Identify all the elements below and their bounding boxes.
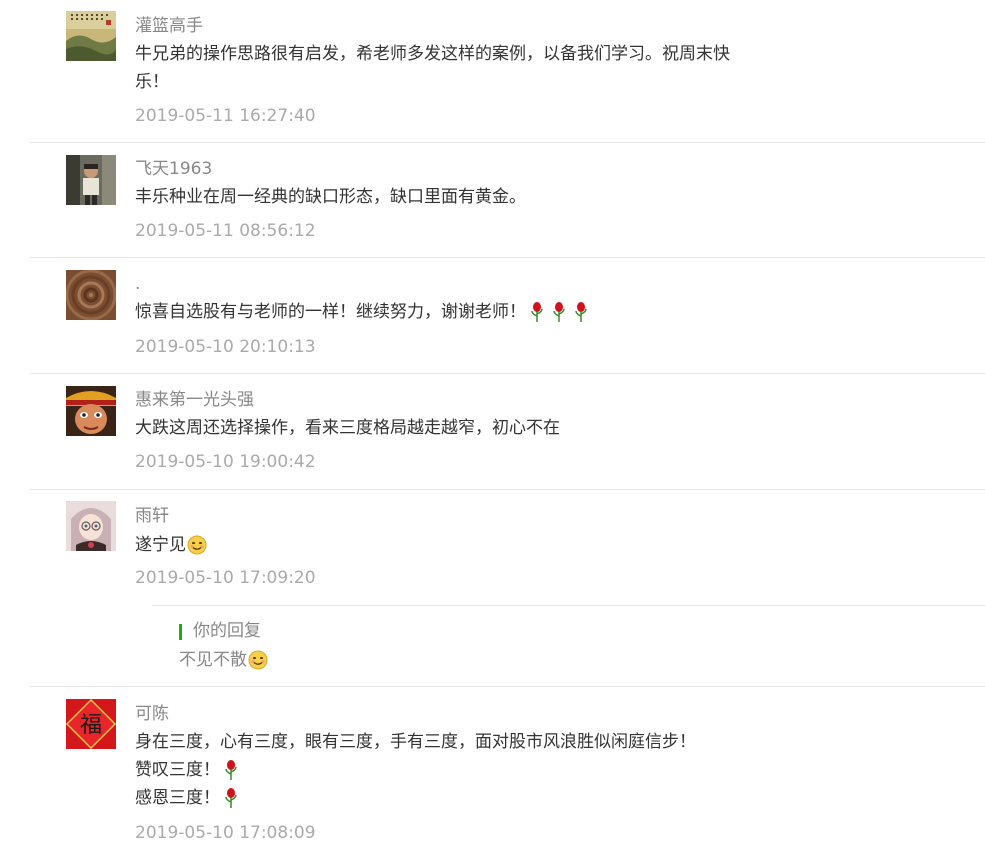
comment-content-line: 丰乐种业在周一经典的缺口形态，缺口里面有黄金。	[135, 187, 526, 207]
comment-text: 感恩三度！	[135, 788, 220, 808]
comment-timestamp: 2019-05-11 08:56:12	[135, 221, 316, 241]
child-photo-avatar[interactable]	[66, 155, 116, 205]
rose-emoji-icon	[220, 760, 242, 780]
comment-nickname: 惠来第一光头强	[135, 390, 254, 410]
wood-rings-avatar[interactable]	[66, 270, 116, 320]
comment-nickname: 可陈	[135, 704, 169, 724]
divider	[30, 686, 985, 687]
fu-character-avatar[interactable]: 福	[66, 699, 116, 749]
author-reply: 你的回复 不见不散	[152, 605, 985, 688]
comment-content-line: 身在三度，心有三度，眼有三度，手有三度，面对股市风浪胜似闲庭信步！	[135, 732, 696, 752]
comment-content-line: 惊喜自选股有与老师的一样！继续努力，谢谢老师！	[135, 298, 592, 326]
comment-content-line: 遂宁见	[135, 531, 207, 559]
comment-content-line: 赞叹三度！	[135, 756, 242, 784]
smile-emoji-icon	[186, 535, 207, 555]
divider	[30, 257, 985, 258]
comment-timestamp: 2019-05-11 16:27:40	[135, 106, 316, 126]
comment-content-line: 乐！	[135, 72, 169, 92]
comment-content-line: 牛兄弟的操作思路很有启发，希老师多发这样的案例，以备我们学习。祝周末快	[135, 44, 730, 64]
fu-character: 福	[80, 713, 102, 738]
rose-emoji-icon	[570, 302, 592, 322]
reply-text: 不见不散	[179, 650, 247, 670]
divider	[30, 489, 985, 490]
comment-text: 遂宁见	[135, 535, 186, 555]
landscape-painting-avatar[interactable]	[66, 11, 116, 61]
reply-text-line: 不见不散	[179, 649, 268, 671]
comment-nickname: 灌篮高手	[135, 16, 203, 36]
anime-girl-avatar[interactable]	[66, 501, 116, 551]
comment-timestamp: 2019-05-10 19:00:42	[135, 452, 316, 472]
comment-text: 惊喜自选股有与老师的一样！继续努力，谢谢老师！	[135, 302, 526, 322]
comment-content-line: 大跌这周还选择操作，看来三度格局越走越窄，初心不在	[135, 418, 560, 438]
comment-nickname: 雨轩	[135, 506, 169, 526]
rose-emoji-icon	[220, 788, 242, 808]
reply-title: 你的回复	[193, 621, 261, 641]
reply-accent-bar	[179, 624, 182, 640]
comment-timestamp: 2019-05-10 17:09:20	[135, 568, 316, 588]
rose-emoji-icon	[526, 302, 548, 322]
comment-nickname: .	[135, 274, 141, 294]
comment-timestamp: 2019-05-10 17:08:09	[135, 823, 316, 843]
rose-emoji-icon	[548, 302, 570, 322]
comment-timestamp: 2019-05-10 20:10:13	[135, 337, 316, 357]
comment-content-line: 感恩三度！	[135, 784, 242, 812]
comment-text: 赞叹三度！	[135, 760, 220, 780]
comment-nickname: 飞天1963	[135, 159, 213, 179]
smile-emoji-icon	[247, 650, 268, 670]
monkey-king-avatar[interactable]	[66, 386, 116, 436]
divider	[30, 142, 985, 143]
divider	[30, 373, 985, 374]
